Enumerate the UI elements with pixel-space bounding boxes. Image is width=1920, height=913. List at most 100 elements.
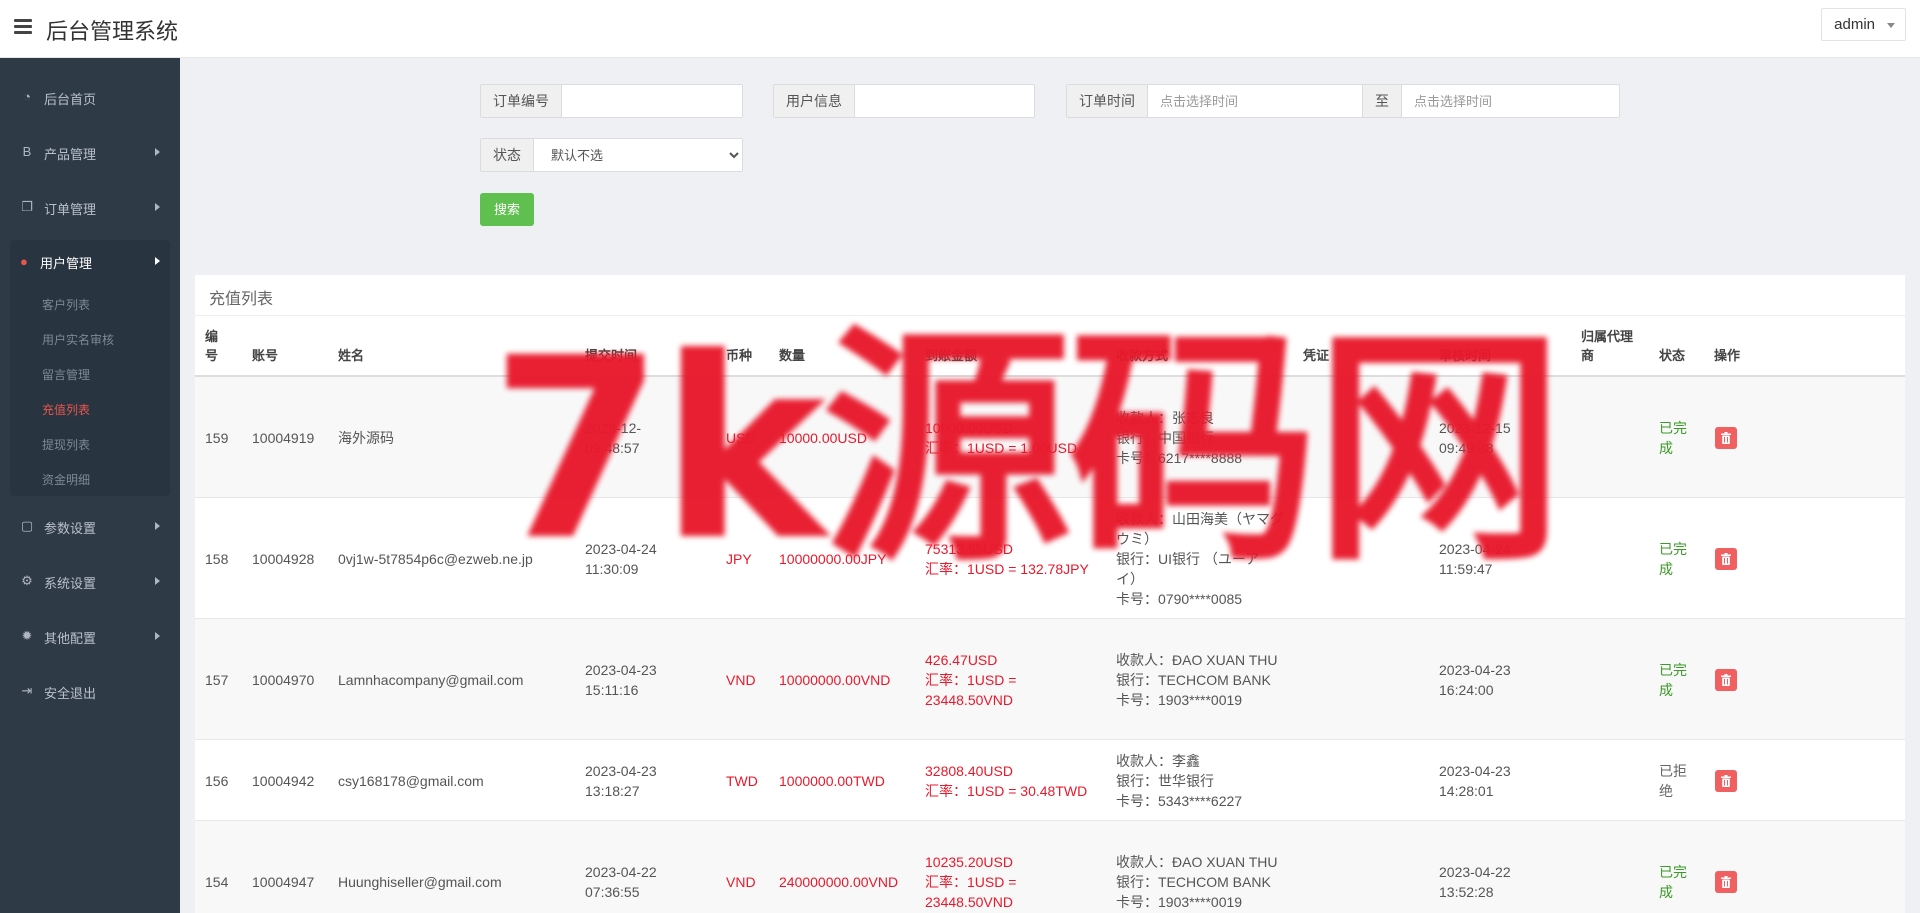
file-icon: ▢ [20,518,34,533]
sidebar-subitem[interactable]: 留言管理 [42,366,90,383]
th-name: 姓名 [338,348,365,363]
table-row: 158 10004928 0vj1w-5t7854p6c@ezweb.ne.jp 20… [195,498,1905,619]
sidebar-subitem[interactable]: 资金明细 [42,471,90,488]
delete-button[interactable] [1715,871,1737,893]
caret-right-icon [155,632,160,640]
cell-submit-time: 2023-12- 09:48:57 [585,418,641,458]
cell-id: 159 [205,428,228,448]
search-button[interactable]: 搜索 [480,193,534,226]
sidebar-item-gear[interactable]: ✹ 其他配置 [0,615,180,659]
user-dropdown[interactable]: admin [1821,8,1906,41]
status-field: 状态 默认不选 [480,138,743,172]
cell-submit-time: 2023-04-23 15:11:16 [585,660,657,700]
cell-line: 2023-12-15 [1439,420,1511,436]
order-time-field: 订单时间 [1066,84,1363,118]
cell-line: 157 [205,672,229,688]
cell-arrival: 75313.55USD 汇率：1USD = 132.78JPY [925,539,1089,579]
cell-line: 2023-04-22 [585,864,657,880]
delete-button[interactable] [1715,548,1737,570]
cell-line: 10004919 [252,430,315,446]
cell-submit-time: 2023-04-22 07:36:55 [585,862,657,902]
caret-down-icon [1887,23,1895,28]
bitcoin-icon: B [22,144,32,159]
cell-status: 已完成 [1659,862,1687,902]
cell-line: 已拒 [1659,763,1687,779]
th-amount: 数量 [779,348,806,363]
cell-line: 2023-12- [585,420,642,436]
cell-amount: 10000.00USD [779,428,867,448]
sidebar-item-file[interactable]: ▢ 参数设置 [0,505,180,549]
sidebar-item-label: 安全退出 [44,686,97,701]
cell-line: 10000.00USD [925,420,1013,436]
cell-line: 13:52:28 [1439,884,1494,900]
cell-line: 卡号：6217****8888 [1116,450,1243,466]
app-title: 后台管理系统 [46,19,179,44]
cell-account: 10004947 [252,872,314,892]
sidebar-subitem[interactable]: 客户列表 [42,296,90,313]
cell-line: 银行：TECHCOM BANK [1116,672,1271,688]
hamburger-menu-icon[interactable] [14,19,32,35]
delete-button[interactable] [1715,427,1737,449]
th-payment: 收款方式 [1116,348,1169,363]
dashboard-icon: ◔ [23,89,31,104]
cell-line: 09:49:38 [1439,440,1494,456]
sidebar-item-bitcoin[interactable]: B 产品管理 [0,131,180,175]
cell-line: 汇率：1USD = 1.00USD [925,440,1078,456]
cell-line: 13:18:27 [585,783,640,799]
cell-line: 10004970 [252,672,315,688]
status-select[interactable]: 默认不选 [535,139,742,171]
cell-line: VND [726,672,756,688]
sidebar-item-copy[interactable]: ❐ 订单管理 [0,186,180,230]
cell-line: 0vj1w-5t7854p6c@ezweb.ne.jp [338,551,533,567]
caret-right-icon [155,577,160,585]
cell-account: 10004970 [252,670,314,690]
sidebar-item-label: 参数设置 [44,521,97,536]
time-start-input[interactable] [1148,85,1362,117]
sidebar-subitem[interactable]: 充值列表 [42,401,90,418]
sidebar-item-cogs[interactable]: ⚙ 系统设置 [0,560,180,604]
order-time-label: 订单时间 [1067,85,1148,117]
sidebar-item-sign-out[interactable]: ⇥ 安全退出 [0,670,180,714]
cell-name: Lamnhacompany@gmail.com [338,670,523,690]
cell-line: 75313.55USD [925,541,1013,557]
delete-button[interactable] [1715,770,1737,792]
cell-line: 2023-04-23 [1439,763,1511,779]
cell-line: 07:36:55 [585,884,640,900]
sidebar-item-label: 后台首页 [44,92,97,107]
user-info-input[interactable] [855,85,1034,117]
order-number-input[interactable] [562,85,742,117]
delete-button[interactable] [1715,669,1737,691]
cell-line: 10000000.00VND [779,672,891,688]
sidebar-item-dashboard[interactable]: ◔ 后台首页 [0,76,180,120]
cell-line: 11:59:47 [1439,561,1493,577]
cell-name: 海外源码 [338,428,394,448]
cell-line: 汇率：1USD = 132.78JPY [925,561,1089,577]
panel-divider [195,315,1905,316]
user-info-field: 用户信息 [773,84,1035,118]
time-end-input[interactable] [1402,85,1619,117]
cell-line: 10235.20USD [925,854,1013,870]
cell-line: 卡号：5343****6227 [1116,793,1243,809]
cell-currency: JPY [726,549,752,569]
username-label: admin [1834,16,1875,33]
top-header: 后台管理系统 admin [0,0,1920,58]
sidebar-item-user-management[interactable]: ● 用户管理 [10,240,170,284]
cell-line: 154 [205,874,229,890]
sidebar-subitem[interactable]: 用户实名审核 [42,331,114,348]
copy-icon: ❐ [21,199,33,214]
cell-id: 156 [205,771,228,791]
caret-right-icon [155,522,160,530]
trash-icon [1721,553,1731,565]
th-id-line: 号 [205,348,219,363]
cell-line: 2023-04-24 [585,541,657,557]
cell-line: 银行：世华银行 [1116,773,1214,789]
panel-title: 充值列表 [209,291,274,308]
table-row: 159 10004919 海外源码 2023-12- 09:48:57 USD 10000.… [195,377,1905,498]
sidebar-subitem[interactable]: 提现列表 [42,436,90,453]
th-agent-line: 商 [1581,348,1595,363]
cell-amount: 1000000.00TWD [779,771,885,791]
cell-line: 16:24:00 [1439,682,1494,698]
cell-amount: 10000000.00JPY [779,549,886,569]
cell-status: 已完成 [1659,539,1687,579]
cell-line: 2023-04-24 [1439,541,1511,557]
